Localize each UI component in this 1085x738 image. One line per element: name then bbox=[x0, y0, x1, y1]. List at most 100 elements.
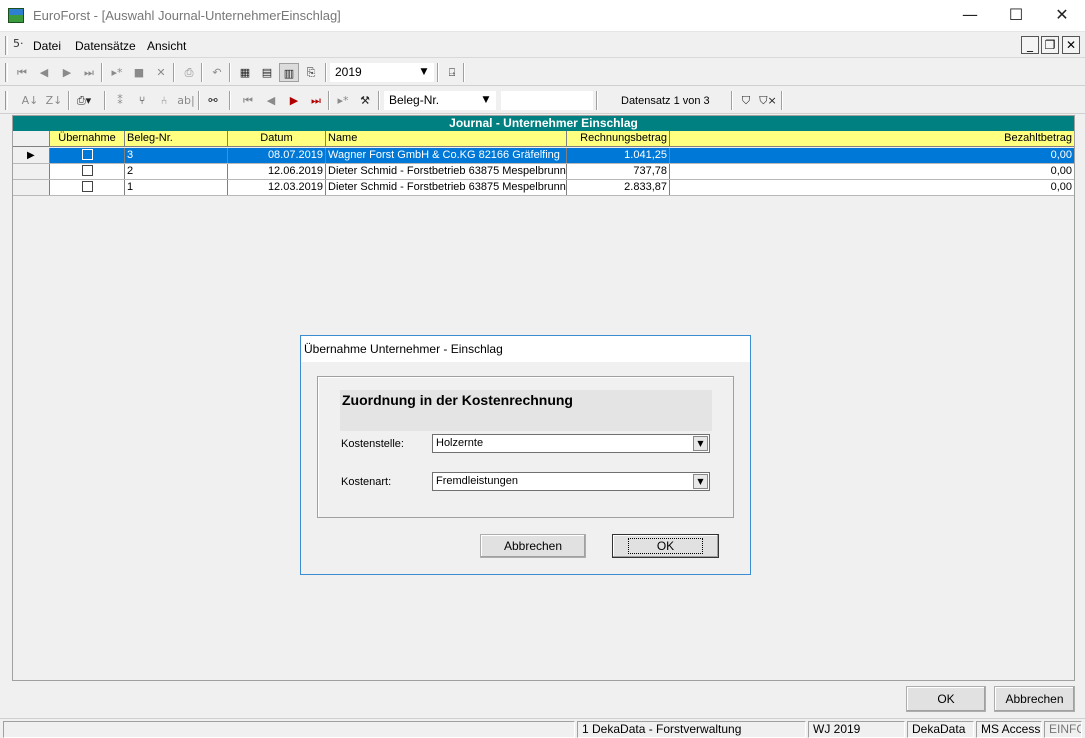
table-view-icon[interactable]: ▥ bbox=[279, 63, 299, 82]
form-view-icon[interactable]: ▦ bbox=[235, 63, 255, 82]
cell-bezahltbetrag[interactable]: 0,00 bbox=[670, 180, 1074, 195]
table-row[interactable]: 1 12.03.2019 Dieter Schmid - Forstbetrie… bbox=[13, 180, 1074, 196]
kostenrechnung-group: Zuordnung in der Kostenrechnung Kostenst… bbox=[317, 376, 734, 518]
merge-icon[interactable]: ⑃ bbox=[154, 91, 174, 110]
next-record-icon[interactable]: ▶ bbox=[284, 91, 304, 110]
toolbar-separator bbox=[731, 91, 733, 110]
cell-rechnungsbetrag[interactable]: 2.833,87 bbox=[567, 180, 670, 195]
cell-datum[interactable]: 08.07.2019 bbox=[228, 148, 326, 163]
dialog-ok-label: OK bbox=[627, 538, 704, 554]
first-record-icon[interactable]: ⏮ bbox=[238, 91, 258, 110]
cell-name[interactable]: Dieter Schmid - Forstbetrieb 63875 Mespe… bbox=[326, 164, 567, 179]
kostenart-value: Fremdleistungen bbox=[436, 475, 518, 487]
table-row[interactable]: 2 12.06.2019 Dieter Schmid - Forstbetrie… bbox=[13, 164, 1074, 180]
kostenstelle-dropdown[interactable]: Holzernte ▼ bbox=[432, 434, 710, 453]
binoculars-icon[interactable]: ⚯ bbox=[203, 91, 223, 110]
toolbar-grip bbox=[5, 63, 8, 82]
insert-column-icon[interactable]: ⁑ bbox=[110, 91, 130, 110]
kostenstelle-value: Holzernte bbox=[436, 437, 484, 449]
sort-field-dropdown[interactable]: Beleg-Nr. ▼ bbox=[384, 91, 496, 110]
header-name[interactable]: Name bbox=[326, 131, 567, 146]
filter-icon[interactable]: ⛉ bbox=[736, 91, 756, 110]
uebernahme-checkbox[interactable] bbox=[50, 180, 125, 195]
menu-datei[interactable]: Datei bbox=[33, 39, 61, 53]
toolbar-separator bbox=[437, 63, 439, 82]
cell-bezahltbetrag[interactable]: 0,00 bbox=[670, 164, 1074, 179]
header-beleg-nr[interactable]: Beleg-Nr. bbox=[125, 131, 228, 146]
list-view-icon[interactable]: ▤ bbox=[257, 63, 277, 82]
mdi-minimize-button[interactable]: _ bbox=[1021, 36, 1039, 54]
status-empty bbox=[3, 721, 575, 738]
sort-descending-icon[interactable]: Z↓ bbox=[44, 91, 64, 110]
cell-beleg-nr[interactable]: 1 bbox=[125, 180, 228, 195]
new-record-icon[interactable]: ▸* bbox=[107, 63, 127, 82]
year-dropdown[interactable]: 2019 ▼ bbox=[330, 63, 434, 82]
header-rechnungsbetrag[interactable]: Rechnungsbetrag bbox=[567, 131, 670, 146]
close-button[interactable]: ✕ bbox=[1039, 0, 1085, 30]
cell-beleg-nr[interactable]: 3 bbox=[125, 148, 228, 163]
year-value: 2019 bbox=[335, 65, 362, 79]
toolbar-separator bbox=[463, 63, 465, 82]
chevron-down-icon[interactable]: ▼ bbox=[693, 436, 708, 451]
mdi-close-button[interactable]: ✕ bbox=[1062, 36, 1080, 54]
header-uebernahme[interactable]: Übernahme bbox=[50, 131, 125, 146]
sort-ascending-icon[interactable]: A↓ bbox=[20, 91, 40, 110]
fork-icon[interactable]: ⑂ bbox=[132, 91, 152, 110]
minimize-button[interactable]: — bbox=[947, 0, 993, 30]
uebernahme-checkbox[interactable] bbox=[50, 148, 125, 163]
exit-door-icon[interactable]: ⍈ bbox=[442, 63, 462, 82]
remove-filter-icon[interactable]: ⛉× bbox=[758, 91, 778, 110]
new-record-icon[interactable]: ▸* bbox=[333, 91, 353, 110]
text-field-icon[interactable]: ab| bbox=[176, 91, 196, 110]
tools-icon[interactable]: ⚒ bbox=[355, 91, 375, 110]
dialog-ok-button[interactable]: OK bbox=[612, 534, 719, 558]
menu-datensaetze[interactable]: Datensätze bbox=[75, 39, 136, 53]
menu-ansicht[interactable]: Ansicht bbox=[147, 39, 186, 53]
navigation-toolbar: ⏮ ◀ ▶ ⏭ ▸* ■ ✕ ⎙ ↶ ▦ ▤ ▥ ⎘ 2019 ▼ ⍈ bbox=[0, 59, 1085, 86]
kostenart-label: Kostenart: bbox=[341, 476, 392, 488]
print-menu-icon[interactable]: ⎙▾ bbox=[74, 91, 94, 110]
print-icon[interactable]: ⎙ bbox=[179, 63, 199, 82]
row-indicator bbox=[13, 180, 50, 195]
last-record-icon[interactable]: ⏭ bbox=[79, 63, 99, 82]
mdi-restore-button[interactable]: ❐ bbox=[1041, 36, 1059, 54]
kostenart-dropdown[interactable]: Fremdleistungen ▼ bbox=[432, 472, 710, 491]
uebernahme-checkbox[interactable] bbox=[50, 164, 125, 179]
search-input[interactable] bbox=[501, 91, 593, 110]
toolbar-separator bbox=[325, 63, 327, 82]
next-record-icon[interactable]: ▶ bbox=[57, 63, 77, 82]
dialog-cancel-button[interactable]: Abbrechen bbox=[480, 534, 586, 558]
cell-rechnungsbetrag[interactable]: 737,78 bbox=[567, 164, 670, 179]
first-record-icon[interactable]: ⏮ bbox=[12, 63, 32, 82]
cell-rechnungsbetrag[interactable]: 1.041,25 bbox=[567, 148, 670, 163]
previous-record-icon[interactable]: ◀ bbox=[261, 91, 281, 110]
cell-datum[interactable]: 12.03.2019 bbox=[228, 180, 326, 195]
header-datum[interactable]: Datum bbox=[228, 131, 326, 146]
cell-bezahltbetrag[interactable]: 0,00 bbox=[670, 148, 1074, 163]
delete-icon[interactable]: ✕ bbox=[151, 63, 171, 82]
table-row[interactable]: ▶ 3 08.07.2019 Wagner Forst GmbH & Co.KG… bbox=[13, 148, 1074, 164]
group-heading-panel: Zuordnung in der Kostenrechnung bbox=[340, 390, 712, 431]
toolbar-separator bbox=[596, 91, 598, 110]
chevron-down-icon[interactable]: ▼ bbox=[693, 474, 708, 489]
checkbox-icon bbox=[81, 148, 93, 160]
child-window-icon[interactable]: 5· bbox=[13, 37, 29, 53]
cell-datum[interactable]: 12.06.2019 bbox=[228, 164, 326, 179]
cell-name[interactable]: Dieter Schmid - Forstbetrieb 63875 Mespe… bbox=[326, 180, 567, 195]
undo-icon[interactable]: ↶ bbox=[207, 63, 227, 82]
row-indicator bbox=[13, 164, 50, 179]
header-bezahltbetrag[interactable]: Bezahltbetrag bbox=[670, 131, 1074, 146]
last-record-icon[interactable]: ⏭ bbox=[306, 91, 326, 110]
export-icon[interactable]: ⎘ bbox=[301, 63, 321, 82]
status-company: 1 DekaData - Forstverwaltung bbox=[577, 721, 806, 738]
current-row-indicator-icon: ▶ bbox=[13, 148, 50, 163]
maximize-button[interactable]: ☐ bbox=[993, 0, 1039, 30]
cell-beleg-nr[interactable]: 2 bbox=[125, 164, 228, 179]
cell-name[interactable]: Wagner Forst GmbH & Co.KG 82166 Gräfelfi… bbox=[326, 148, 567, 163]
ok-button[interactable]: OK bbox=[906, 686, 986, 712]
save-icon[interactable]: ■ bbox=[129, 63, 149, 82]
toolbar-separator bbox=[173, 63, 175, 82]
chevron-down-icon: ▼ bbox=[420, 67, 428, 77]
previous-record-icon[interactable]: ◀ bbox=[34, 63, 54, 82]
cancel-button[interactable]: Abbrechen bbox=[994, 686, 1075, 712]
